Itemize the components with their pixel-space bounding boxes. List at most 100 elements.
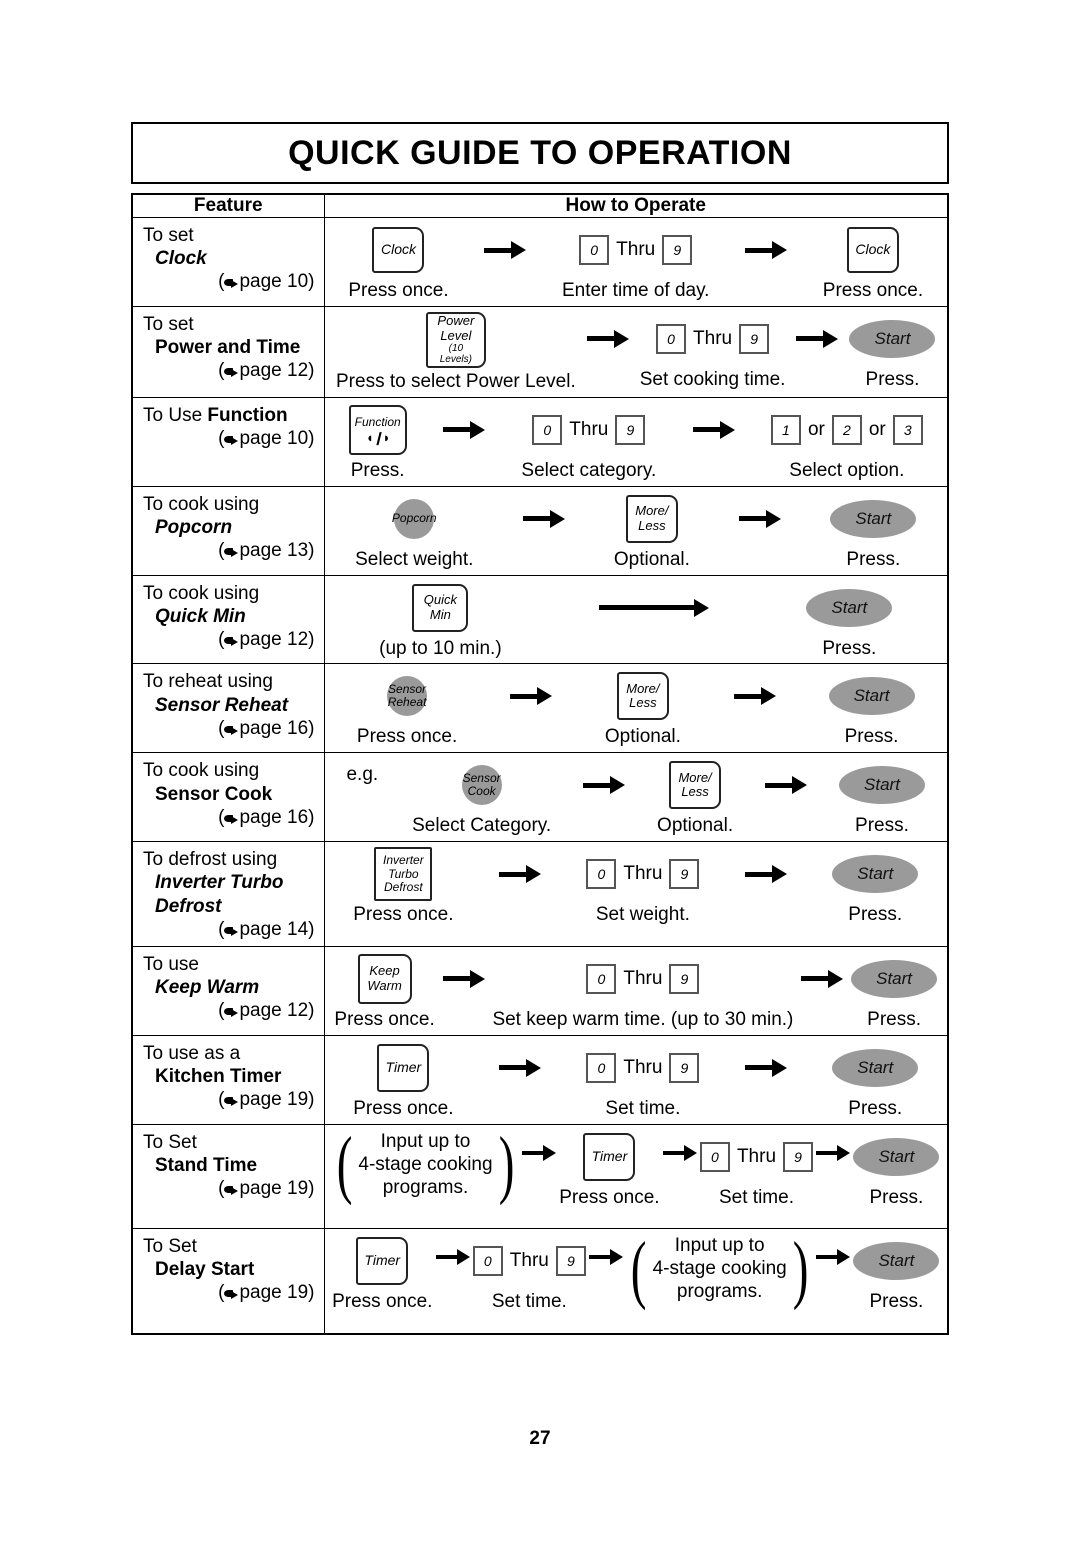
- feature-page-reference[interactable]: (page 10): [143, 270, 314, 293]
- quick-guide-table: Feature How to Operate To set Clock(page …: [131, 193, 949, 1335]
- start-button[interactable]: Start: [853, 1137, 940, 1176]
- more-less-button[interactable]: More/Less: [625, 494, 678, 543]
- feature-cell: To use as a Kitchen Timer(page 19): [131, 1034, 325, 1125]
- inverter-turbo-defrost-button[interactable]: Inverter Turbo Defrost: [374, 847, 433, 902]
- feature-page-reference[interactable]: (page 14): [143, 918, 314, 941]
- feature-lead: To set: [143, 313, 194, 335]
- bracket-right-paren: ): [498, 1122, 515, 1207]
- feature-page-reference[interactable]: (page 12): [143, 359, 314, 382]
- step-caption: Press once.: [356, 726, 458, 748]
- feature-lead: To reheat using: [143, 671, 273, 693]
- key-0[interactable]: 0: [586, 1052, 617, 1083]
- step-control: 0 Thru 9: [586, 952, 700, 1006]
- clock-button[interactable]: Clock: [846, 227, 899, 273]
- key-9[interactable]: 9: [555, 1246, 586, 1277]
- key-1[interactable]: 1: [770, 414, 801, 445]
- key-9[interactable]: 9: [739, 323, 770, 354]
- step-3: (Input up to 4-stage cooking programs.): [626, 1231, 813, 1328]
- flow-arrow-icon: [765, 758, 808, 812]
- sensor-button[interactable]: Sensor Reheat: [387, 676, 428, 717]
- steps-cell: Keep Warm Press once. 0 Thru 9 Set keep warm t…: [323, 945, 949, 1036]
- step-2: 0 Thru 9 Enter time of day.: [562, 223, 709, 302]
- step-3: Start Press.: [830, 492, 917, 571]
- key-0[interactable]: 0: [586, 963, 617, 994]
- button-label-line: Less: [638, 517, 666, 533]
- feature-page-reference[interactable]: (page 12): [143, 628, 314, 651]
- start-button[interactable]: Start: [806, 588, 893, 627]
- pointing-hand-icon: [224, 925, 239, 936]
- timer-button[interactable]: Timer: [377, 1043, 430, 1092]
- arrow-head: [456, 1249, 470, 1266]
- arrow-shaft: [435, 1255, 458, 1260]
- start-button[interactable]: Start: [851, 959, 938, 998]
- key-9[interactable]: 9: [783, 1141, 814, 1172]
- thru-label: Thru: [623, 967, 663, 989]
- steps-content: (Input up to 4-stage cooking programs.) Ti…: [325, 1125, 948, 1228]
- start-button[interactable]: Start: [838, 766, 925, 805]
- steps-cell: Popcorn Select weight. More/Less Optional. S…: [323, 485, 949, 576]
- key-2[interactable]: 2: [831, 414, 862, 445]
- keep-warm-button[interactable]: Keep Warm: [357, 953, 412, 1004]
- steps-content: Keep Warm Press once. 0 Thru 9 Set keep warm t…: [325, 947, 948, 1035]
- step-4: Start Press.: [853, 1130, 940, 1209]
- key-9[interactable]: 9: [669, 1052, 700, 1083]
- arrow-head: [525, 865, 541, 884]
- column-header-how-to-operate: How to Operate: [323, 193, 949, 218]
- step-control: 0 Thru 9: [579, 223, 693, 277]
- start-button[interactable]: Start: [832, 855, 919, 894]
- flow-arrow-icon: [442, 952, 485, 1006]
- more-less-button[interactable]: More/Less: [616, 672, 669, 721]
- feature-page-reference[interactable]: (page 16): [143, 806, 314, 829]
- step-caption: Press.: [855, 815, 909, 837]
- bracket-text: Input up to 4-stage cooking programs.: [357, 1130, 493, 1200]
- sensor-button[interactable]: Sensor Cook: [461, 765, 502, 806]
- steps-cell: Timer Press once. 0 Thru 9 Set time.(Input up…: [323, 1228, 949, 1335]
- key-0[interactable]: 0: [532, 414, 563, 445]
- feature-page-reference[interactable]: (page 10): [143, 427, 314, 450]
- arrow-head: [837, 1249, 851, 1266]
- key-0[interactable]: 0: [656, 323, 687, 354]
- step-control: Timer: [583, 1130, 636, 1184]
- button-label-line: Sensor: [462, 770, 501, 785]
- function-button[interactable]: Function ◖❙◗: [348, 404, 407, 455]
- arrow-shaft: [801, 976, 830, 982]
- start-button[interactable]: Start: [853, 1242, 940, 1281]
- key-0[interactable]: 0: [472, 1246, 503, 1277]
- key-3[interactable]: 3: [892, 414, 923, 445]
- feature-page-reference[interactable]: (page 19): [143, 1177, 314, 1200]
- step-control: Start: [832, 1041, 919, 1095]
- start-button[interactable]: Start: [832, 1048, 919, 1087]
- more-less-button[interactable]: More/Less: [669, 761, 722, 810]
- key-9[interactable]: 9: [615, 414, 646, 445]
- key-9[interactable]: 9: [662, 235, 693, 265]
- step-control: Start: [806, 581, 893, 635]
- start-button[interactable]: Start: [830, 499, 917, 538]
- start-button[interactable]: Start: [828, 677, 915, 716]
- feature-page-reference[interactable]: (page 16): [143, 717, 314, 740]
- arrow-head: [719, 420, 735, 439]
- key-0[interactable]: 0: [586, 859, 617, 890]
- key-0[interactable]: 0: [699, 1141, 730, 1172]
- arrow-shaft: [739, 516, 768, 522]
- key-0[interactable]: 0: [579, 235, 610, 265]
- step-caption: Optional.: [657, 815, 734, 837]
- timer-button[interactable]: Timer: [583, 1132, 636, 1181]
- key-9[interactable]: 9: [669, 859, 700, 890]
- quick-min-button[interactable]: Quick Min: [412, 583, 469, 632]
- feature-content: To Set Stand Time(page 19): [133, 1125, 324, 1206]
- feature-page-reference[interactable]: (page 19): [143, 1281, 314, 1304]
- feature-page-reference[interactable]: (page 12): [143, 999, 314, 1022]
- timer-button[interactable]: Timer: [356, 1237, 409, 1286]
- button-label-line: Timer: [385, 1058, 422, 1075]
- steps-content: Timer Press once. 0 Thru 9 Set time.(Input up…: [325, 1229, 948, 1332]
- feature-page-reference[interactable]: (page 19): [143, 1088, 314, 1111]
- feature-page-reference[interactable]: (page 13): [143, 539, 314, 562]
- key-9[interactable]: 9: [669, 963, 700, 994]
- arrow-head: [771, 865, 787, 884]
- start-button[interactable]: Start: [849, 319, 936, 358]
- arrow-shaft: [522, 1150, 545, 1155]
- power-level-button[interactable]: Power Level (10 Levels): [425, 311, 486, 368]
- popcorn-button[interactable]: Popcorn: [392, 498, 437, 539]
- step-1: Power Level (10 Levels) Press to select Pow…: [336, 311, 576, 393]
- clock-button[interactable]: Clock: [372, 227, 425, 273]
